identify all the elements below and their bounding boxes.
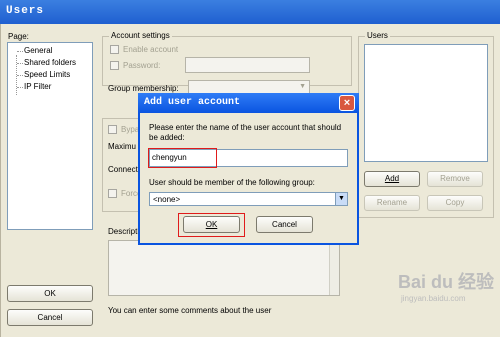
description-textarea[interactable] xyxy=(108,240,340,296)
group-select-label: User should be member of the following g… xyxy=(149,178,315,187)
dialog-titlebar: Add user account xyxy=(138,93,359,113)
description-scrollbar[interactable] xyxy=(329,241,339,295)
dialog-ok-button[interactable]: OK xyxy=(183,216,240,233)
tree-connector xyxy=(17,63,23,64)
copy-user-button[interactable]: Copy xyxy=(427,195,483,211)
users-list[interactable] xyxy=(364,44,488,162)
description-hint: You can enter some comments about the us… xyxy=(108,306,272,315)
users-caption: Users xyxy=(365,31,390,40)
rename-user-button[interactable]: Rename xyxy=(364,195,420,211)
cancel-button[interactable]: Cancel xyxy=(7,309,93,326)
group-select-value: <none> xyxy=(153,195,181,204)
dialog-cancel-button[interactable]: Cancel xyxy=(256,216,313,233)
description-label: Descripti xyxy=(108,227,140,236)
password-checkbox[interactable] xyxy=(110,61,119,70)
account-settings-caption: Account settings xyxy=(109,31,172,40)
password-label: Password: xyxy=(123,61,161,70)
bypass-label: Bypa xyxy=(121,125,140,134)
group-select[interactable]: <none> ▼ xyxy=(149,192,348,206)
tree-connector xyxy=(17,75,23,76)
tree-connector xyxy=(17,87,23,88)
page-tree[interactable]: General Shared folders Speed Limits IP F… xyxy=(7,42,93,230)
force-checkbox[interactable] xyxy=(108,189,117,198)
watermark-brand: Bai du 经验 xyxy=(398,272,495,292)
page-label: Page: xyxy=(8,32,29,41)
dialog-ok-label: OK xyxy=(205,220,218,229)
enable-account-label: Enable account xyxy=(123,45,179,54)
enable-account-checkbox[interactable] xyxy=(110,45,119,54)
add-user-button-label: Add xyxy=(384,174,400,183)
rename-user-button-label: Rename xyxy=(376,198,408,207)
dialog-prompt: Please enter the name of the user accoun… xyxy=(149,123,342,142)
tree-item-general[interactable]: General xyxy=(24,46,52,55)
dialog-cancel-label: Cancel xyxy=(272,220,297,229)
bypass-checkbox[interactable] xyxy=(108,125,117,134)
close-glyph: × xyxy=(343,97,351,109)
ok-button-label: OK xyxy=(44,289,56,298)
chevron-down-icon: ▼ xyxy=(299,83,306,90)
remove-user-button-label: Remove xyxy=(440,174,470,183)
remove-user-button[interactable]: Remove xyxy=(427,171,483,187)
group-membership-label: Group membership: xyxy=(108,84,179,93)
add-user-dialog xyxy=(138,93,359,245)
connect-label: Connect xyxy=(108,165,138,174)
window-title: Users xyxy=(6,5,45,17)
tree-item-shared-folders[interactable]: Shared folders xyxy=(24,58,76,67)
add-user-button[interactable]: Add xyxy=(364,171,420,187)
chevron-down-icon[interactable]: ▼ xyxy=(335,193,347,205)
ok-button[interactable]: OK xyxy=(7,285,93,302)
close-icon[interactable]: × xyxy=(339,95,355,111)
tree-connector xyxy=(17,51,23,52)
password-field[interactable] xyxy=(185,57,310,73)
account-name-value: chengyun xyxy=(152,153,187,162)
tree-item-speed-limits[interactable]: Speed Limits xyxy=(24,70,70,79)
dialog-title: Add user account xyxy=(144,97,241,108)
cancel-button-label: Cancel xyxy=(37,313,63,322)
copy-user-button-label: Copy xyxy=(445,198,465,207)
window-titlebar: Users xyxy=(0,0,500,24)
tree-item-ip-filter[interactable]: IP Filter xyxy=(24,82,51,91)
watermark-url: jingyan.baidu.com xyxy=(401,294,466,303)
maximum-label: Maximu xyxy=(108,142,137,151)
highlight-box-name: chengyun xyxy=(148,148,217,168)
